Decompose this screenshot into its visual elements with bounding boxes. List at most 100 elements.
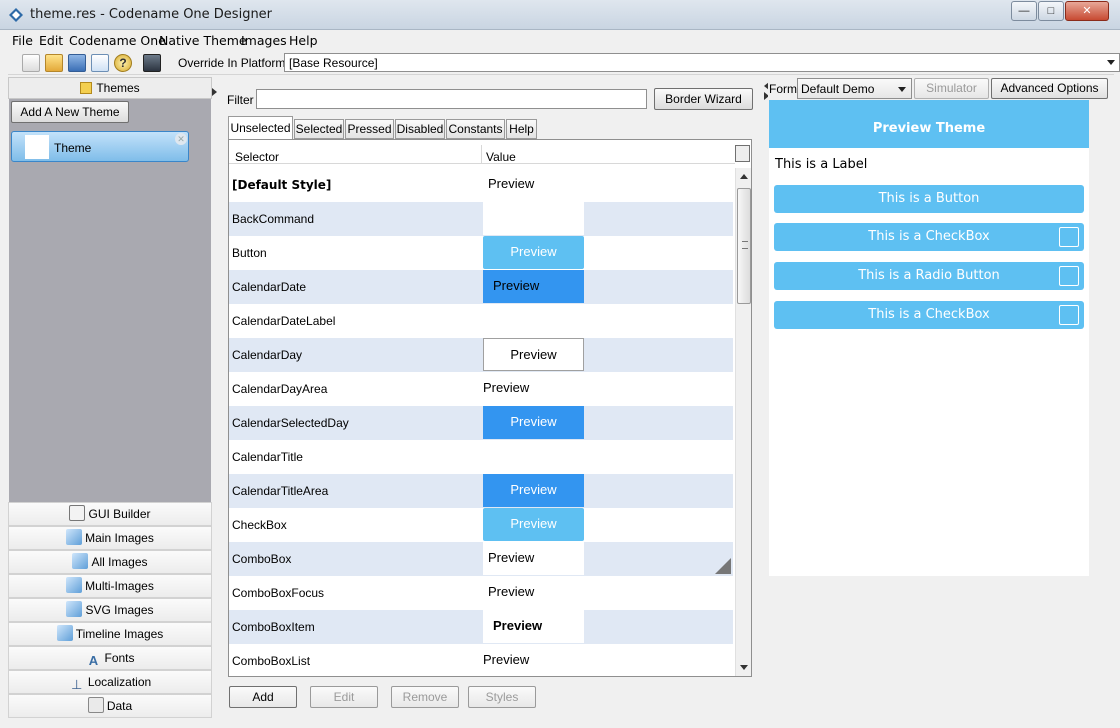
advanced-options-button[interactable]: Advanced Options	[991, 78, 1108, 99]
row-selector: CalendarDate	[232, 280, 307, 294]
menu-codename-one[interactable]: Codename One	[69, 33, 166, 48]
theme-preview: Preview Theme This is a Label This is a …	[769, 100, 1089, 576]
nav-fonts[interactable]: A Fonts	[8, 646, 212, 670]
nav-all-images[interactable]: All Images	[8, 550, 212, 574]
table-row[interactable]: CheckBox Preview	[229, 508, 733, 542]
scroll-thumb[interactable]	[737, 188, 751, 304]
pin-icon: ⊥	[71, 677, 83, 692]
column-chooser-icon[interactable]	[735, 145, 750, 162]
close-button[interactable]: ✕	[1065, 1, 1109, 21]
edit-button[interactable]: Edit	[310, 686, 378, 708]
images-icon	[56, 625, 73, 641]
preview-button[interactable]: This is a Button	[774, 185, 1084, 213]
nav-gui-builder[interactable]: GUI Builder	[8, 502, 212, 526]
table-row[interactable]: CalendarDateLabel	[229, 304, 733, 338]
row-selector: ComboBoxFocus	[232, 586, 325, 600]
nav-label: Data	[106, 699, 133, 713]
tab-constants[interactable]: Constants	[446, 119, 505, 139]
filter-input[interactable]	[256, 89, 647, 109]
preview-checkbox-label: This is a CheckBox	[868, 229, 990, 244]
themes-icon	[80, 82, 93, 94]
new-file-icon[interactable]	[22, 54, 40, 72]
scroll-up-icon[interactable]	[740, 174, 748, 179]
menu-edit[interactable]: Edit	[39, 33, 63, 48]
table-row[interactable]: CalendarDayArea Preview	[229, 372, 733, 406]
table-row[interactable]: [Default Style] Preview	[229, 168, 733, 202]
preview-checkbox-label: This is a CheckBox	[868, 307, 990, 322]
nav-main-images[interactable]: Main Images	[8, 526, 212, 550]
nav-label: GUI Builder	[88, 507, 151, 521]
preview-checkbox[interactable]: This is a CheckBox	[774, 301, 1084, 329]
table-row[interactable]: ComboBoxList Preview	[229, 644, 733, 676]
row-preview: Preview	[483, 168, 584, 201]
splitter-collapse-icon[interactable]	[212, 88, 217, 96]
preview-radio-button[interactable]: This is a Radio Button	[774, 262, 1084, 290]
table-row[interactable]: ComboBoxFocus Preview	[229, 576, 733, 610]
nav-label: Main Images	[85, 531, 154, 545]
row-preview: Preview	[483, 236, 584, 269]
minimize-button[interactable]: —	[1011, 1, 1037, 21]
tab-disabled[interactable]: Disabled	[395, 119, 445, 139]
tab-help[interactable]: Help	[506, 119, 537, 139]
simulator-button[interactable]: Simulator	[914, 78, 989, 99]
nav-localization[interactable]: ⊥ Localization	[8, 670, 212, 694]
table-row[interactable]: CalendarSelectedDay Preview	[229, 406, 733, 440]
theme-item[interactable]: Theme ✕	[11, 131, 189, 162]
form-select[interactable]: Default Demo	[797, 78, 912, 99]
nav-multi-images[interactable]: Multi-Images	[8, 574, 212, 598]
tab-selected[interactable]: Selected	[294, 119, 344, 139]
export-icon[interactable]	[143, 54, 161, 72]
scroll-down-icon[interactable]	[740, 665, 748, 670]
row-selector: CalendarDateLabel	[232, 314, 336, 328]
row-selector: ComboBox	[232, 552, 292, 566]
toolbar: ? Override In Platform: [Base Resource]	[8, 51, 1120, 75]
menu-native-theme[interactable]: Native Theme	[159, 33, 247, 48]
main-window: theme.res - Codename One Designer — □ ✕ …	[0, 0, 1120, 728]
table-row[interactable]: Button Preview	[229, 236, 733, 270]
open-folder-icon[interactable]	[45, 54, 63, 72]
platform-select[interactable]: [Base Resource]	[284, 53, 1120, 72]
window-title: theme.res - Codename One Designer	[30, 7, 273, 22]
nav-label: SVG Images	[85, 603, 154, 617]
vertical-scrollbar[interactable]	[735, 168, 751, 676]
table-row[interactable]: ComboBox Preview	[229, 542, 733, 576]
data-icon	[87, 697, 104, 713]
menu-file[interactable]: File	[12, 33, 33, 48]
column-header-selector[interactable]: Selector	[235, 150, 279, 164]
table-row[interactable]: CalendarDay Preview	[229, 338, 733, 372]
form-label: Form:	[769, 82, 801, 96]
app-logo-icon	[9, 8, 23, 22]
nav-label: Timeline Images	[75, 627, 164, 641]
table-row[interactable]: CalendarDate Preview	[229, 270, 733, 304]
nav-timeline-images[interactable]: Timeline Images	[8, 622, 212, 646]
themes-tab[interactable]: Themes	[8, 77, 212, 99]
row-preview: Preview	[483, 652, 530, 667]
style-table: Selector Value [Default Style] Preview Bac…	[228, 139, 752, 677]
table-row[interactable]: CalendarTitleArea Preview	[229, 474, 733, 508]
add-theme-button[interactable]: Add A New Theme	[11, 101, 129, 123]
border-wizard-button[interactable]: Border Wizard	[654, 88, 753, 110]
column-header-value[interactable]: Value	[486, 150, 516, 164]
menu-images[interactable]: Images	[241, 33, 287, 48]
save-icon[interactable]	[68, 54, 86, 72]
table-row[interactable]: ComboBoxItem Preview	[229, 610, 733, 644]
row-selector: ComboBoxItem	[232, 620, 315, 634]
tab-pressed[interactable]: Pressed	[345, 119, 394, 139]
radio-icon	[1059, 266, 1079, 286]
tab-unselected[interactable]: Unselected	[228, 116, 293, 140]
styles-button[interactable]: Styles	[468, 686, 536, 708]
row-preview: Preview	[483, 610, 584, 643]
preview-checkbox[interactable]: This is a CheckBox	[774, 223, 1084, 251]
nav-svg-images[interactable]: SVG Images	[8, 598, 212, 622]
edit-icon[interactable]	[91, 54, 109, 72]
delete-theme-icon[interactable]: ✕	[175, 133, 187, 145]
add-button[interactable]: Add	[229, 686, 297, 708]
table-header: Selector Value	[229, 140, 735, 164]
table-row[interactable]: CalendarTitle	[229, 440, 733, 474]
remove-button[interactable]: Remove	[391, 686, 459, 708]
nav-data[interactable]: Data	[8, 694, 212, 718]
menu-help[interactable]: Help	[289, 33, 318, 48]
help-icon[interactable]: ?	[114, 54, 132, 72]
table-row[interactable]: BackCommand	[229, 202, 733, 236]
maximize-button[interactable]: □	[1038, 1, 1064, 21]
